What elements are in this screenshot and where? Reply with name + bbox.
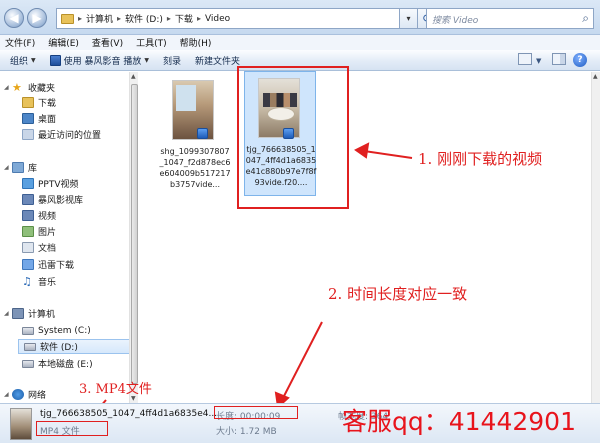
arrow-1-head: [354, 142, 370, 159]
arrow-2-line: [282, 321, 323, 399]
details-file-name: tjg_766638505_1047_4ff4d1a6835e4...: [40, 409, 218, 419]
annotation-duration-match: 2. 时间长度对应一致: [328, 285, 468, 303]
annotation-mp4-file: 3. MP4文件: [79, 382, 152, 397]
highlight-box-type: [36, 421, 108, 436]
details-thumbnail: [10, 408, 32, 440]
highlight-box-duration: [214, 406, 298, 419]
annotation-arrows: [87, 142, 413, 425]
annotation-downloaded-video: 1. 刚刚下载的视频: [418, 150, 543, 168]
arrow-1-line: [363, 150, 413, 159]
details-size: 大小: 1.72 MB: [216, 427, 277, 437]
service-qq-banner: 客服qq：41442901: [342, 407, 576, 436]
